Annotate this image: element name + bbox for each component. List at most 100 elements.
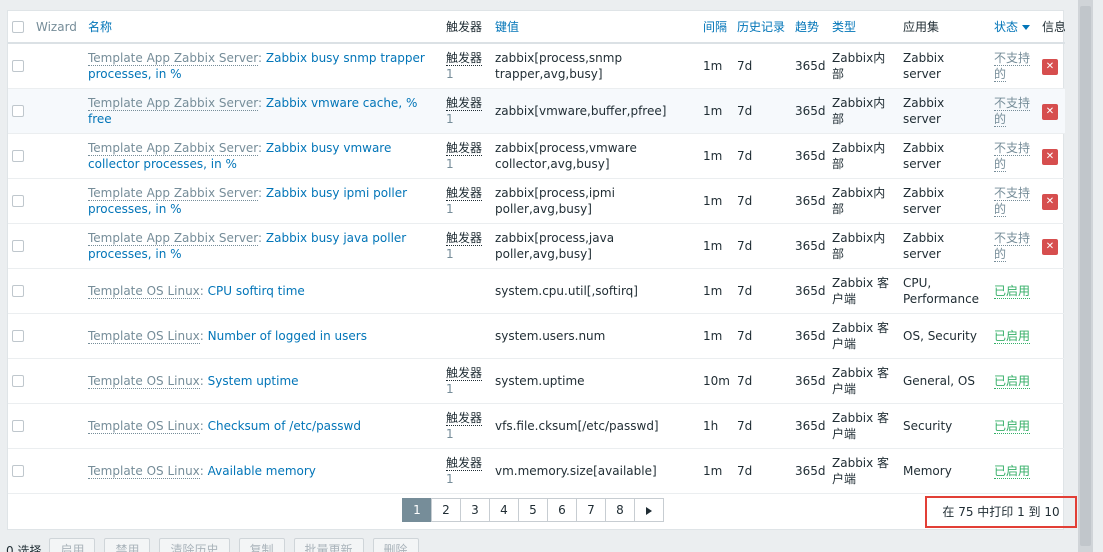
row-checkbox[interactable] xyxy=(12,465,24,477)
page-7-button[interactable]: 7 xyxy=(576,498,606,522)
template-link[interactable]: Template App Zabbix Server xyxy=(88,50,259,66)
page-3-button[interactable]: 3 xyxy=(460,498,490,522)
page-2-button[interactable]: 2 xyxy=(431,498,461,522)
key-cell: zabbix[process,java poller,avg,busy] xyxy=(491,223,699,269)
table-header: Wizard 名称 触发器 键值 间隔 历史记录 趋势 类型 应用集 状态 信息 xyxy=(8,11,1065,44)
page-8-button[interactable]: 8 xyxy=(605,498,635,522)
trends-cell: 365d xyxy=(791,313,828,359)
row-select-cell xyxy=(8,88,32,134)
triggers-link[interactable]: 触发器 xyxy=(446,185,483,201)
item-name-link[interactable]: Number of logged in users xyxy=(208,329,367,343)
triggers-link[interactable]: 触发器 xyxy=(446,50,483,66)
applications-cell: Zabbix server xyxy=(899,88,990,134)
template-link[interactable]: Template App Zabbix Server xyxy=(88,230,259,246)
template-link[interactable]: Template App Zabbix Server xyxy=(88,185,259,201)
history-cell: 7d xyxy=(733,268,791,314)
info-cell: ✕ xyxy=(1038,88,1065,134)
col-history[interactable]: 历史记录 xyxy=(733,11,791,44)
status-toggle[interactable]: 不支持的 xyxy=(994,95,1031,127)
row-checkbox[interactable] xyxy=(12,195,24,207)
delete-button[interactable]: 删除 xyxy=(372,538,419,552)
trends-cell: 365d xyxy=(791,358,828,404)
row-checkbox[interactable] xyxy=(12,285,24,297)
col-trends[interactable]: 趋势 xyxy=(791,11,828,44)
enable-button[interactable]: 启用 xyxy=(49,538,96,552)
status-toggle[interactable]: 不支持的 xyxy=(994,140,1031,172)
type-cell: Zabbix内部 xyxy=(828,178,899,224)
page-6-button[interactable]: 6 xyxy=(547,498,577,522)
table-row: Template App Zabbix Server: Zabbix busy … xyxy=(8,133,1065,179)
triggers-link[interactable]: 触发器 xyxy=(446,410,483,426)
row-select-cell xyxy=(8,268,32,314)
template-link[interactable]: Template OS Linux xyxy=(88,418,200,434)
history-cell: 7d xyxy=(733,313,791,359)
error-info-icon[interactable]: ✕ xyxy=(1042,148,1058,165)
item-name-link[interactable]: Available memory xyxy=(208,464,316,478)
disable-button[interactable]: 禁用 xyxy=(104,538,151,552)
status-toggle[interactable]: 不支持的 xyxy=(994,50,1031,82)
page-5-button[interactable]: 5 xyxy=(518,498,548,522)
row-checkbox[interactable] xyxy=(12,240,24,252)
mass-update-button[interactable]: 批量更新 xyxy=(293,538,364,552)
row-checkbox[interactable] xyxy=(12,60,24,73)
triggers-cell: 触发器 1 xyxy=(442,223,491,269)
triggers-link[interactable]: 触发器 xyxy=(446,95,483,111)
row-checkbox[interactable] xyxy=(12,420,24,432)
table-row: Template OS Linux: CPU softirq time syst… xyxy=(8,268,1065,314)
error-info-icon[interactable]: ✕ xyxy=(1042,58,1058,75)
template-link[interactable]: Template OS Linux xyxy=(88,463,200,479)
col-key[interactable]: 键值 xyxy=(491,11,699,44)
trigger-count: 1 xyxy=(446,426,454,441)
item-name-link[interactable]: System uptime xyxy=(208,374,299,388)
page-4-button[interactable]: 4 xyxy=(489,498,519,522)
triggers-link[interactable]: 触发器 xyxy=(446,140,483,156)
error-info-icon[interactable]: ✕ xyxy=(1042,238,1058,255)
items-panel: Wizard 名称 触发器 键值 间隔 历史记录 趋势 类型 应用集 状态 信息… xyxy=(7,10,1077,530)
row-checkbox[interactable] xyxy=(12,330,24,342)
next-page-button[interactable] xyxy=(634,498,664,522)
status-toggle[interactable]: 已启用 xyxy=(994,463,1031,479)
select-all-cell xyxy=(8,11,32,44)
clear-history-button[interactable]: 清除历史 xyxy=(159,538,230,552)
col-status[interactable]: 状态 xyxy=(990,11,1038,44)
status-toggle[interactable]: 已启用 xyxy=(994,418,1031,434)
table-row: Template App Zabbix Server: Zabbix busy … xyxy=(8,178,1065,224)
row-checkbox[interactable] xyxy=(12,150,24,162)
vertical-scrollbar[interactable] xyxy=(1078,0,1093,552)
template-link[interactable]: Template OS Linux xyxy=(88,328,200,344)
triggers-link[interactable]: 触发器 xyxy=(446,455,483,471)
status-toggle[interactable]: 已启用 xyxy=(994,373,1031,389)
name-cell: Template OS Linux: Number of logged in u… xyxy=(84,313,442,359)
wizard-cell xyxy=(32,88,84,134)
status-toggle[interactable]: 已启用 xyxy=(994,283,1031,299)
page-1-button[interactable]: 1 xyxy=(402,498,432,522)
copy-button[interactable]: 复制 xyxy=(238,538,285,552)
template-link[interactable]: Template App Zabbix Server xyxy=(88,95,259,111)
status-toggle[interactable]: 不支持的 xyxy=(994,185,1031,217)
select-all-checkbox[interactable] xyxy=(12,21,24,33)
status-toggle[interactable]: 已启用 xyxy=(994,328,1031,344)
name-separator: : xyxy=(199,373,208,388)
row-select-cell xyxy=(8,43,32,89)
row-checkbox[interactable] xyxy=(12,105,24,117)
error-info-icon[interactable]: ✕ xyxy=(1042,193,1058,210)
template-link[interactable]: Template OS Linux xyxy=(88,283,200,299)
selected-count: 0 选择 xyxy=(6,543,42,552)
status-toggle[interactable]: 不支持的 xyxy=(994,230,1031,262)
template-link[interactable]: Template OS Linux xyxy=(88,373,200,389)
item-name-link[interactable]: CPU softirq time xyxy=(208,284,305,298)
error-info-icon[interactable]: ✕ xyxy=(1042,103,1058,120)
col-interval[interactable]: 间隔 xyxy=(699,11,733,44)
history-cell: 7d xyxy=(733,88,791,134)
col-type[interactable]: 类型 xyxy=(828,11,899,44)
item-name-link[interactable]: Checksum of /etc/passwd xyxy=(208,419,361,433)
row-checkbox[interactable] xyxy=(12,375,24,387)
name-cell: Template OS Linux: System uptime xyxy=(84,358,442,404)
scrollbar-thumb[interactable] xyxy=(1080,6,1091,546)
triggers-link[interactable]: 触发器 xyxy=(446,365,483,381)
key-cell: vm.memory.size[available] xyxy=(491,448,699,494)
triggers-link[interactable]: 触发器 xyxy=(446,230,483,246)
history-cell: 7d xyxy=(733,403,791,449)
template-link[interactable]: Template App Zabbix Server xyxy=(88,140,259,156)
col-name[interactable]: 名称 xyxy=(84,11,442,44)
